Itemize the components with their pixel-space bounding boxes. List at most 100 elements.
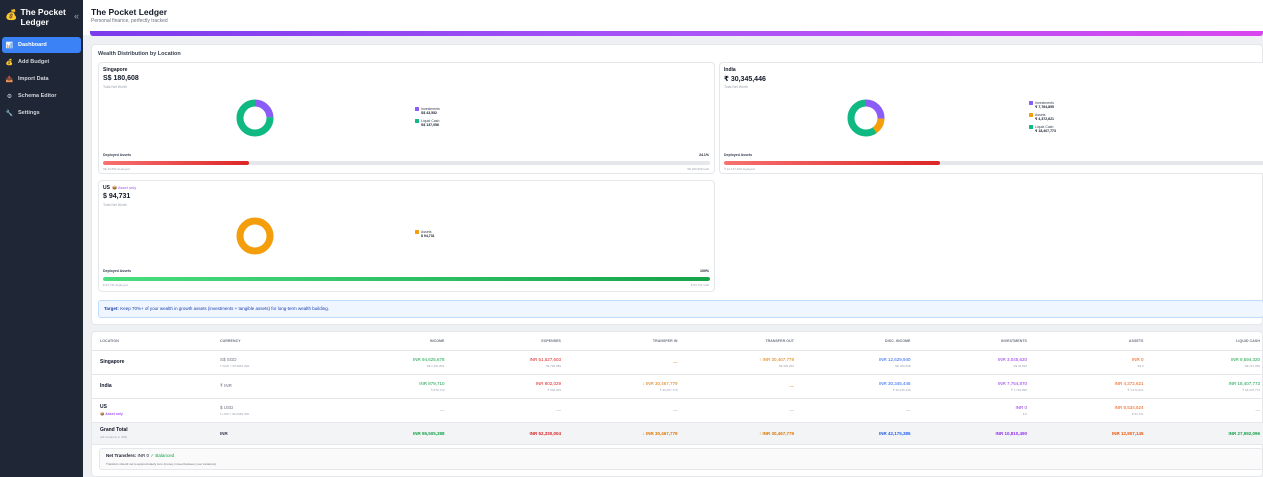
collapse-sidebar-icon[interactable]: « xyxy=(74,11,79,21)
legend-item: Liquid Cash S$ 137,056 xyxy=(415,119,440,127)
donut-slice-assets[interactable] xyxy=(236,217,274,255)
target-callout: Target: Keep 70%+ of your wealth in grow… xyxy=(98,300,1263,318)
value-cell: INR 0 S$ 0 xyxy=(1031,350,1148,375)
value-main: ↑ INR 30,467,779 xyxy=(758,430,794,436)
gear-icon: ⚙ xyxy=(6,93,13,100)
total-amount: $ 94,731 total xyxy=(690,283,709,287)
value-main: INR 94,625,678 xyxy=(412,356,445,362)
location-total: $ 94,731 xyxy=(103,193,131,200)
value-local: ₹ 7,764,895 xyxy=(1010,387,1027,392)
value-main: INR 52,330,004 xyxy=(529,430,561,436)
legend-item: Assets $ 94,731 xyxy=(415,230,435,238)
value-cell: INR 4,372,621 ₹ 4,372,621 xyxy=(1031,374,1148,399)
value-main: INR 12,629,940 xyxy=(878,356,911,362)
sidebar-item-import-data[interactable]: 📥 Import Data xyxy=(2,71,81,87)
value-cell: INR 27,992,096 xyxy=(1147,422,1263,445)
value-main: — xyxy=(556,407,562,413)
value-cell: INR 30,345,446 ₹ 30,345,446 xyxy=(798,374,915,399)
legend-swatch xyxy=(415,107,419,111)
sidebar-item-schema-editor[interactable]: ⚙ Schema Editor xyxy=(2,88,81,104)
deployed-amount: S$ 43,552 deployed xyxy=(103,167,130,171)
column-header[interactable]: DISC. INCOME xyxy=(798,332,915,351)
column-header[interactable]: ASSETS xyxy=(1031,332,1148,351)
exchange-rate: 1 SGD = 69.9961 INR xyxy=(220,363,250,368)
value-cell: INR 52,330,004 xyxy=(448,422,565,445)
value-main: INR 4,372,621 xyxy=(1114,380,1144,386)
value-main: INR 12,907,145 xyxy=(1111,430,1144,436)
currency-cell: INR xyxy=(212,422,332,445)
value-main: — xyxy=(440,407,445,413)
value-main: — xyxy=(673,407,678,413)
donut-legend: Assets $ 94,731 xyxy=(415,230,435,242)
brand-name: The Pocket Ledger xyxy=(20,7,66,27)
deployed-assets-percent: 100% xyxy=(700,269,709,273)
asset-only-badge: 📦 Asset only xyxy=(100,412,123,416)
value-main: — xyxy=(789,383,795,389)
value-cell: INR 10,810,490 xyxy=(914,422,1031,445)
column-header[interactable]: LOCATION xyxy=(92,332,212,351)
value-main: INR 51,527,603 xyxy=(529,356,561,362)
sidebar-item-settings[interactable]: 🔧 Settings xyxy=(2,105,81,121)
value-cell: — xyxy=(1147,398,1263,423)
column-header[interactable]: INCOME xyxy=(332,332,449,351)
deployed-assets-fill xyxy=(103,277,710,281)
location-total: S$ 180,608 xyxy=(103,75,139,82)
sidebar-item-add-budget[interactable]: 💰 Add Budget xyxy=(2,54,81,70)
column-header[interactable]: LIQUID CASH xyxy=(1147,332,1263,351)
value-cell: INR 3,045,620 S$ 43,552 xyxy=(914,350,1031,375)
location-name: India xyxy=(724,67,736,73)
deployed-assets-fill xyxy=(724,161,941,165)
page-header: The Pocket Ledger Personal finance, perf… xyxy=(83,0,1263,35)
deployed-assets-label: Deployed Assets xyxy=(103,269,132,273)
wealth-distribution-panel: Wealth Distribution by Location Singapor… xyxy=(91,44,1263,325)
column-header[interactable]: TRANSFER OUT xyxy=(681,332,798,351)
location-caption: Total Net Worth xyxy=(724,85,749,89)
panel-title: Wealth Distribution by Location xyxy=(98,51,181,57)
grand-total-note: (All locations in INR) xyxy=(100,435,128,439)
value-cell: INR 12,629,940 S$ 180,608 xyxy=(798,350,915,375)
currency-code: $ USD xyxy=(220,404,234,410)
total-amount: S$ 180,608 total xyxy=(687,167,709,171)
table-row: US 📦 Asset only $ USD 1 USD = 89.0983 INR — —… xyxy=(92,398,1263,423)
grand-total-row: Grand Total (All locations in INR) INR INR … xyxy=(92,422,1263,445)
value-cell: ↑ INR 30,467,779 S$ 435,265 xyxy=(681,350,798,375)
value-local: ₹ 18,407,773 xyxy=(1242,387,1260,392)
deployed-assets-bar xyxy=(103,277,710,281)
value-local: S$ 435,265 xyxy=(778,363,794,368)
value-local: ₹ 879,710 xyxy=(430,387,445,392)
currency-code: S$ SGD xyxy=(220,356,237,362)
donut-chart xyxy=(236,99,274,137)
donut-chart xyxy=(847,99,885,137)
location-name: India xyxy=(100,383,112,389)
value-cell: — xyxy=(681,398,798,423)
money-bag-icon: 💰 xyxy=(5,10,18,21)
exchange-rate: 1 USD = 89.0983 INR xyxy=(220,411,250,416)
legend-item: Investments ₹ 7,764,895 xyxy=(1029,101,1056,109)
value-main: ↓ INR 30,467,779 xyxy=(642,380,678,386)
table-row: Singapore S$ SGD 1 SGD = 69.9961 INR INR 94… xyxy=(92,350,1263,375)
value-cell: — xyxy=(798,398,915,423)
column-header[interactable]: EXPENSES xyxy=(448,332,565,351)
value-main: INR 27,992,096 xyxy=(1228,430,1260,436)
column-header[interactable]: INVESTMENTS xyxy=(914,332,1031,351)
value-main: INR 0 xyxy=(1131,356,1144,362)
location-cell: US 📦 Asset only xyxy=(92,398,212,423)
value-cell: — xyxy=(681,374,798,399)
sidebar-item-dashboard[interactable]: 📊 Dashboard xyxy=(2,37,81,53)
value-cell: INR 879,710 ₹ 879,710 xyxy=(332,374,449,399)
legend-item: Assets ₹ 4,372,621 xyxy=(1029,113,1056,121)
value-main: ↑ INR 30,467,779 xyxy=(758,356,794,362)
header-accent-bar xyxy=(90,31,1263,36)
value-local: $ 94,731 xyxy=(1131,411,1144,416)
column-header[interactable]: TRANSFER IN xyxy=(565,332,682,351)
deployed-assets-label: Deployed Assets xyxy=(724,153,753,157)
value-main: INR 3,045,620 xyxy=(997,356,1027,362)
value-main: — xyxy=(906,407,911,413)
column-header[interactable]: CURRENCY xyxy=(212,332,332,351)
location-name: Singapore xyxy=(103,67,128,73)
location-card-india: India ₹ 30,345,446 Total Net Worth Inves… xyxy=(719,62,1263,174)
value-cell: ↓ INR 30,467,779 xyxy=(565,422,682,445)
value-local: S$ 43,552 xyxy=(1013,363,1027,368)
sidebar-item-label: Settings xyxy=(18,110,40,116)
wrench-icon: 🔧 xyxy=(5,110,14,117)
